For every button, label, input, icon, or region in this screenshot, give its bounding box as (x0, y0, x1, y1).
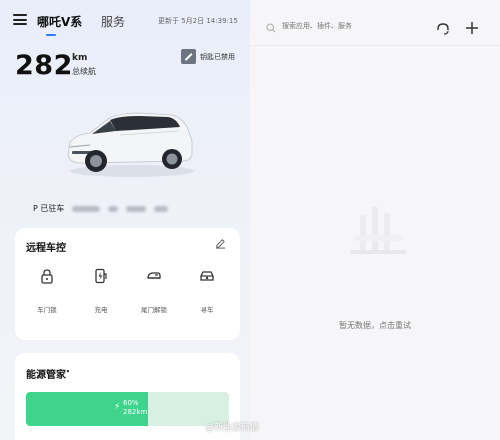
door-lock-button[interactable]: 车门锁 (27, 268, 67, 314)
remote-control-title: 远程车控 (26, 243, 66, 254)
battery-percent: 60% (123, 399, 139, 407)
energy-manager-title: 能源管家• (26, 368, 70, 381)
lock-icon (41, 269, 53, 284)
blurred-plate (72, 205, 101, 212)
battery-range: 282km (123, 408, 148, 416)
trunk-unlock-label: 尾门解锁 (141, 306, 167, 314)
header-divider (250, 45, 500, 46)
range-unit: km (72, 53, 88, 63)
search-bar[interactable] (266, 18, 416, 40)
tab-service[interactable]: 服务 (101, 13, 125, 30)
battery-bar: ⚡ 60% 282km (26, 392, 229, 426)
door-lock-label: 车门锁 (37, 306, 57, 314)
key-disabled-icon (181, 49, 196, 64)
key-status-text: 钥匙已禁用 (200, 52, 235, 61)
update-timestamp: 更新于 5月2日 14:39:15 (158, 17, 238, 25)
top-bar: 哪吒V系 服务 更新于 5月2日 14:39:15 (0, 0, 250, 40)
edit-icon[interactable] (215, 238, 226, 249)
blurred-info (154, 205, 169, 212)
vehicle-panel: 哪吒V系 服务 更新于 5月2日 14:39:15 282 km 总续航 钥匙已… (0, 0, 250, 440)
blurred-info (108, 205, 119, 212)
search-input[interactable] (282, 22, 412, 30)
charge-label: 充电 (94, 306, 108, 314)
charge-icon (95, 268, 107, 284)
bolt-icon: ⚡ (114, 402, 121, 412)
charge-button[interactable]: 充电 (81, 268, 121, 314)
battery-info: 60% 282km (123, 399, 147, 417)
trunk-icon (147, 272, 161, 279)
find-car-icon (200, 271, 214, 281)
find-car-button[interactable]: 寻车 (187, 268, 227, 314)
energy-title-text: 能源管家 (26, 370, 66, 381)
search-icon (266, 23, 276, 33)
remote-control-card: 远程车控 车门锁 充电 尾门解锁 寻车 (15, 228, 240, 340)
menu-icon[interactable] (13, 14, 27, 25)
headset-icon[interactable] (436, 22, 450, 36)
key-status[interactable]: 钥匙已禁用 (181, 49, 235, 64)
trunk-unlock-button[interactable]: 尾门解锁 (134, 268, 174, 314)
range-label: 总续航 (72, 67, 96, 76)
parking-status-row: P 已驻车 (33, 203, 169, 214)
watermark: @新能源商情 (205, 423, 260, 433)
parking-status: P 已驻车 (33, 204, 65, 213)
tab-brand[interactable]: 哪吒V系 (37, 13, 82, 36)
total-range-value: 282 (15, 50, 73, 81)
blurred-info (126, 205, 147, 212)
plus-icon[interactable] (465, 21, 479, 35)
car-image (67, 112, 194, 177)
empty-state-message[interactable]: 暂无数据，点击重试 (250, 320, 500, 331)
plugin-panel: 暂无数据，点击重试 (250, 0, 500, 440)
empty-state-illustration (350, 207, 406, 254)
find-car-label: 寻车 (200, 306, 214, 314)
